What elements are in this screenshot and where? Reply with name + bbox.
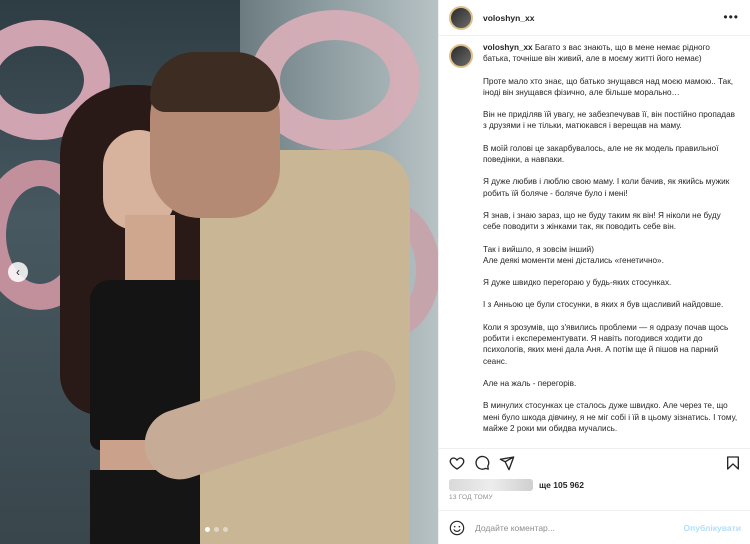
post-header: voloshyn_xx ••• (439, 0, 750, 36)
comment-input[interactable] (475, 522, 684, 533)
likes-summary: ще 105 962 (449, 478, 584, 492)
avatar[interactable] (449, 44, 473, 68)
post-username[interactable]: voloshyn_xx (483, 13, 535, 23)
post-modal: ‹ voloshyn_xx ••• voloshyn_xx Багато з в… (0, 0, 750, 544)
comment-form: Опублікувати (439, 510, 750, 544)
caption-text: voloshyn_xx Багато з вас знають, що в ме… (483, 42, 738, 434)
action-bar (439, 448, 750, 478)
post-timestamp[interactable]: 13 ГОД ТОМУ (449, 494, 493, 501)
avatar[interactable] (449, 5, 473, 30)
caption-paragraph: Проте мало хто знає, що батько знущався … (483, 76, 734, 97)
caption-paragraph: Я дуже швидко перегораю у будь-яких стос… (483, 278, 672, 288)
carousel-indicator (205, 527, 228, 532)
caption-paragraph: В минулих стосунках це сталось дуже швид… (483, 401, 738, 433)
more-options-icon[interactable]: ••• (723, 10, 739, 24)
caption-paragraph: Але на жаль - перегорів. (483, 378, 577, 388)
heart-icon[interactable] (449, 455, 465, 471)
caption-paragraph: Він не приділяв їй увагу, не забезпечува… (483, 110, 735, 131)
carousel-prev-button[interactable]: ‹ (8, 262, 28, 282)
carousel-dot (223, 527, 228, 532)
caption-paragraph: І з Анньою це були стосунки, в яких я бу… (483, 300, 724, 310)
caption-username[interactable]: voloshyn_xx (483, 43, 533, 52)
caption-paragraph: Так і вийшло, я зовсім інший) Але деякі … (483, 244, 664, 265)
photo-man-hair (150, 52, 280, 112)
caption-paragraph: В моїй голові це закарбувалось, але не я… (483, 143, 719, 165)
caption-paragraph: Коли я зрозумів, що з'явились проблеми —… (483, 322, 729, 366)
post-photo[interactable]: ‹ (0, 0, 438, 544)
comment-icon[interactable] (474, 455, 490, 471)
liker-names-blurred (449, 479, 533, 491)
emoji-icon[interactable] (449, 520, 465, 536)
post-details-panel: voloshyn_xx ••• voloshyn_xx Багато з вас… (438, 0, 750, 544)
carousel-dot (214, 527, 219, 532)
publish-button[interactable]: Опублікувати (684, 523, 741, 533)
share-icon[interactable] (499, 455, 515, 471)
bookmark-icon[interactable] (725, 455, 741, 471)
caption-paragraph: Я дуже любив і люблю свою маму. І коли б… (483, 177, 730, 198)
photo-woman-neck (125, 215, 175, 285)
likes-count[interactable]: ще 105 962 (539, 480, 584, 490)
carousel-dot (205, 527, 210, 532)
caption-paragraph: Я знав, і знаю зараз, що не буду таким я… (483, 210, 721, 232)
caption-section: voloshyn_xx Багато з вас знають, що в ме… (449, 42, 745, 446)
